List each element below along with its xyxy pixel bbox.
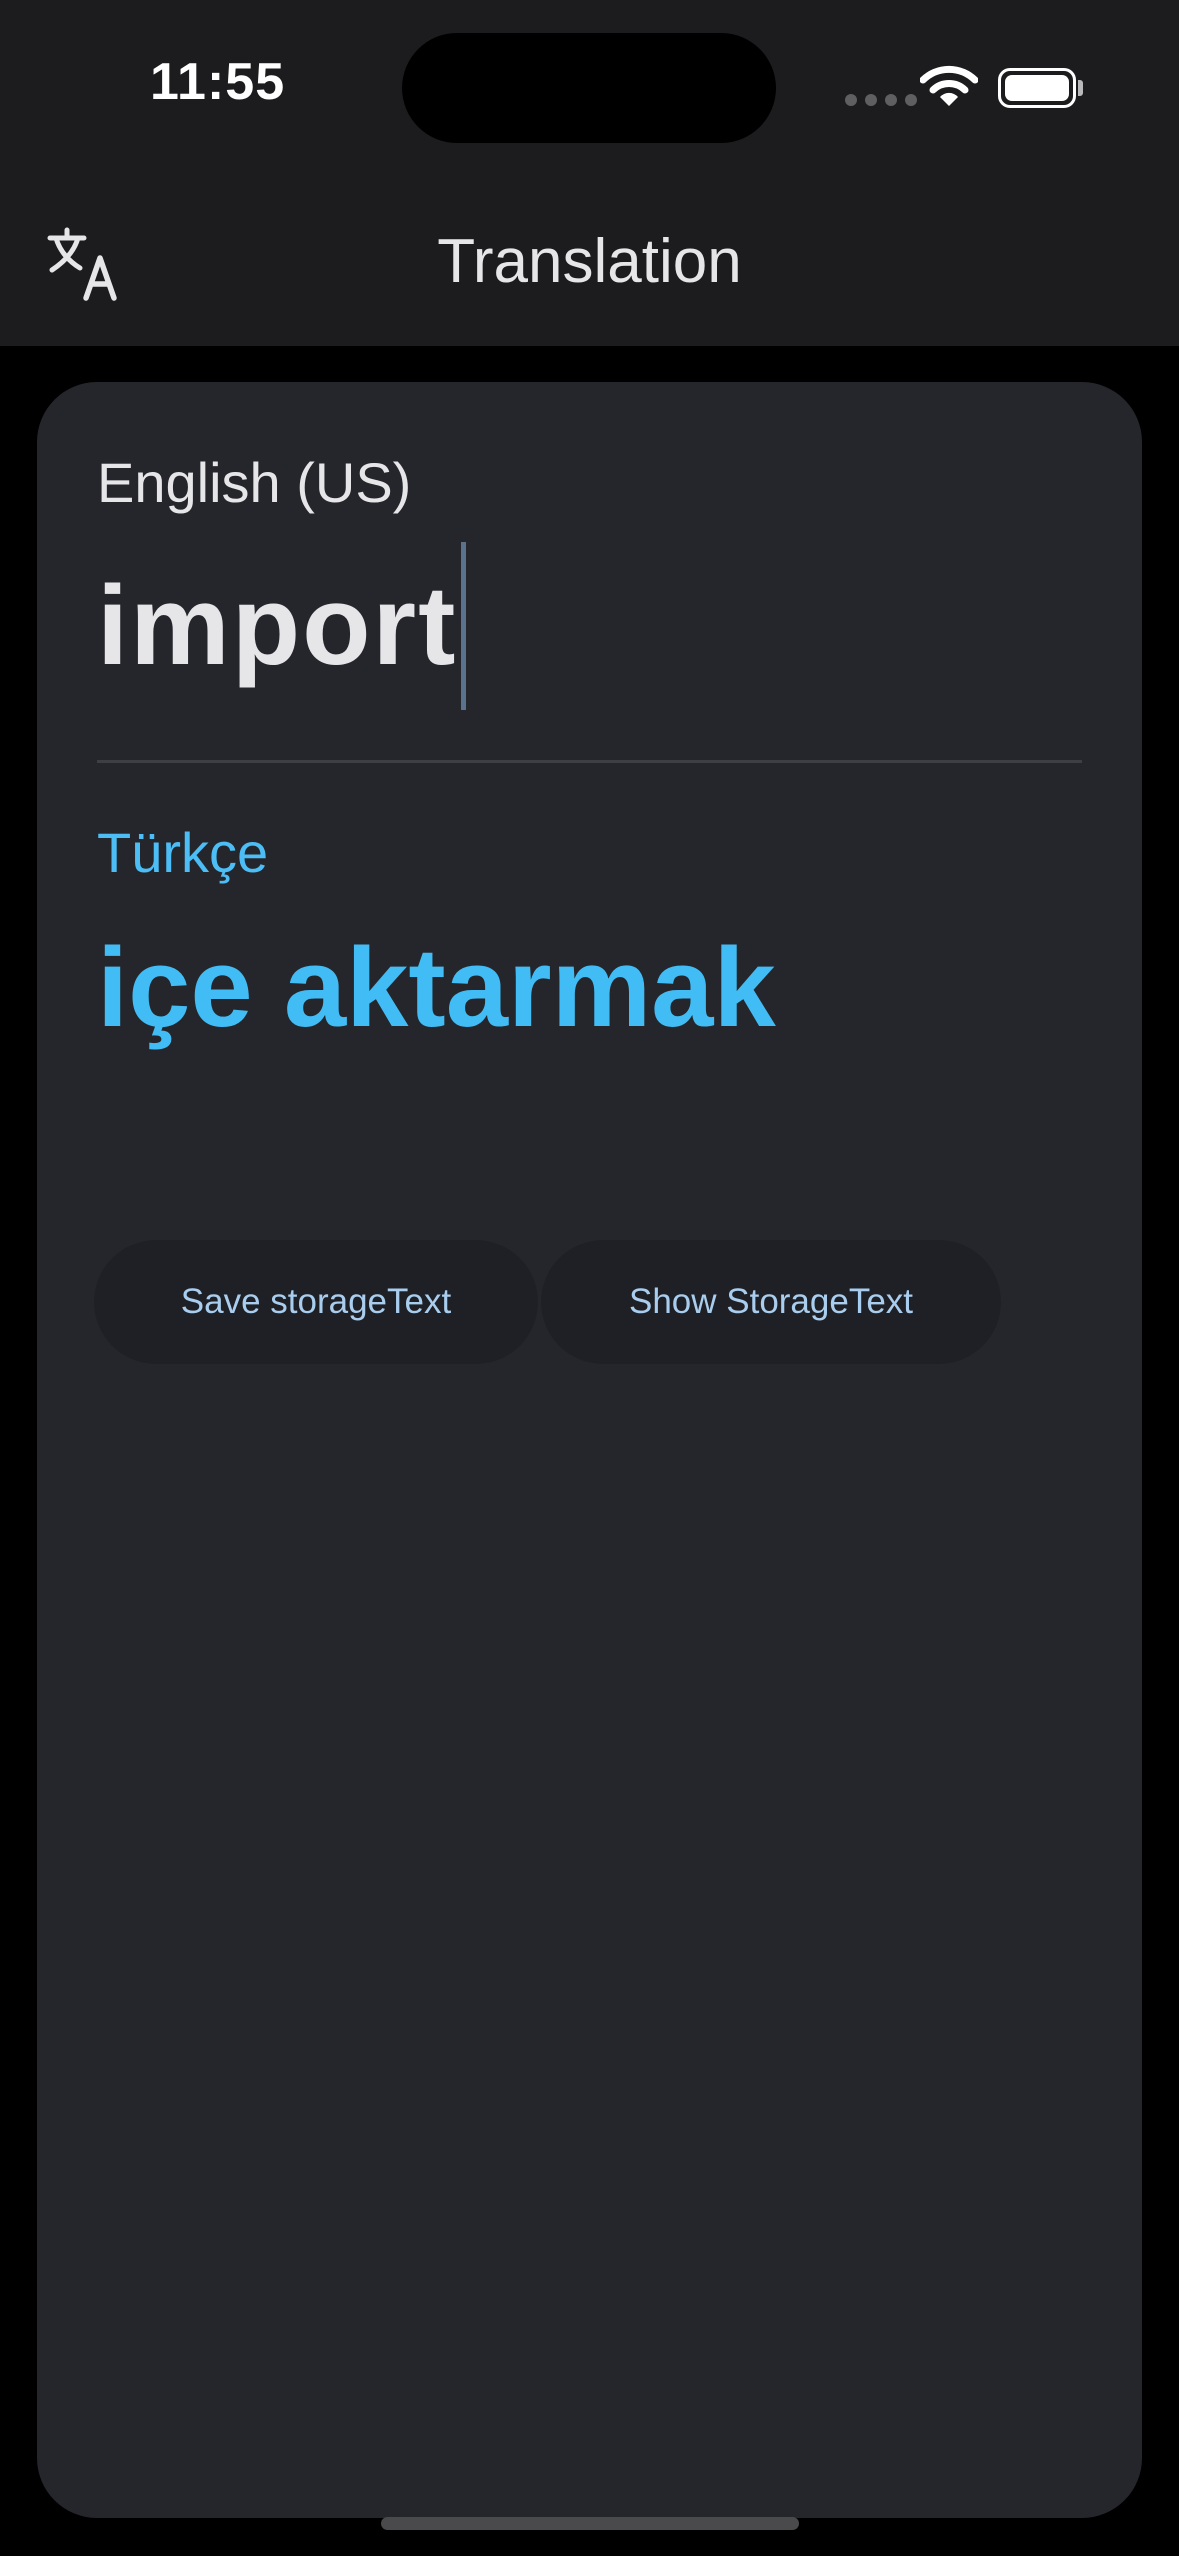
text-caret: [461, 542, 467, 710]
target-language-label[interactable]: Türkçe: [97, 820, 268, 885]
battery-tip: [1078, 80, 1083, 96]
divider: [97, 760, 1082, 763]
status-bar: 11:55: [0, 0, 1179, 178]
wifi-icon: [920, 65, 978, 106]
save-storage-text-button[interactable]: Save storageText: [94, 1240, 538, 1364]
translation-card: English (US) import Türkçe içe aktarmak …: [37, 382, 1142, 2518]
home-indicator: [381, 2517, 799, 2530]
source-text[interactable]: import: [97, 570, 457, 682]
dynamic-island: [402, 33, 776, 143]
source-language-label[interactable]: English (US): [97, 450, 411, 515]
app-bar: Translation: [0, 178, 1179, 346]
page-title: Translation: [437, 227, 742, 296]
status-time: 11:55: [150, 53, 286, 111]
translated-text: içe aktarmak: [97, 925, 776, 1050]
source-text-input[interactable]: import: [97, 542, 467, 710]
battery-icon: [998, 68, 1076, 108]
cellular-signal-icon: [845, 94, 917, 106]
show-storage-text-button[interactable]: Show StorageText: [541, 1240, 1001, 1364]
